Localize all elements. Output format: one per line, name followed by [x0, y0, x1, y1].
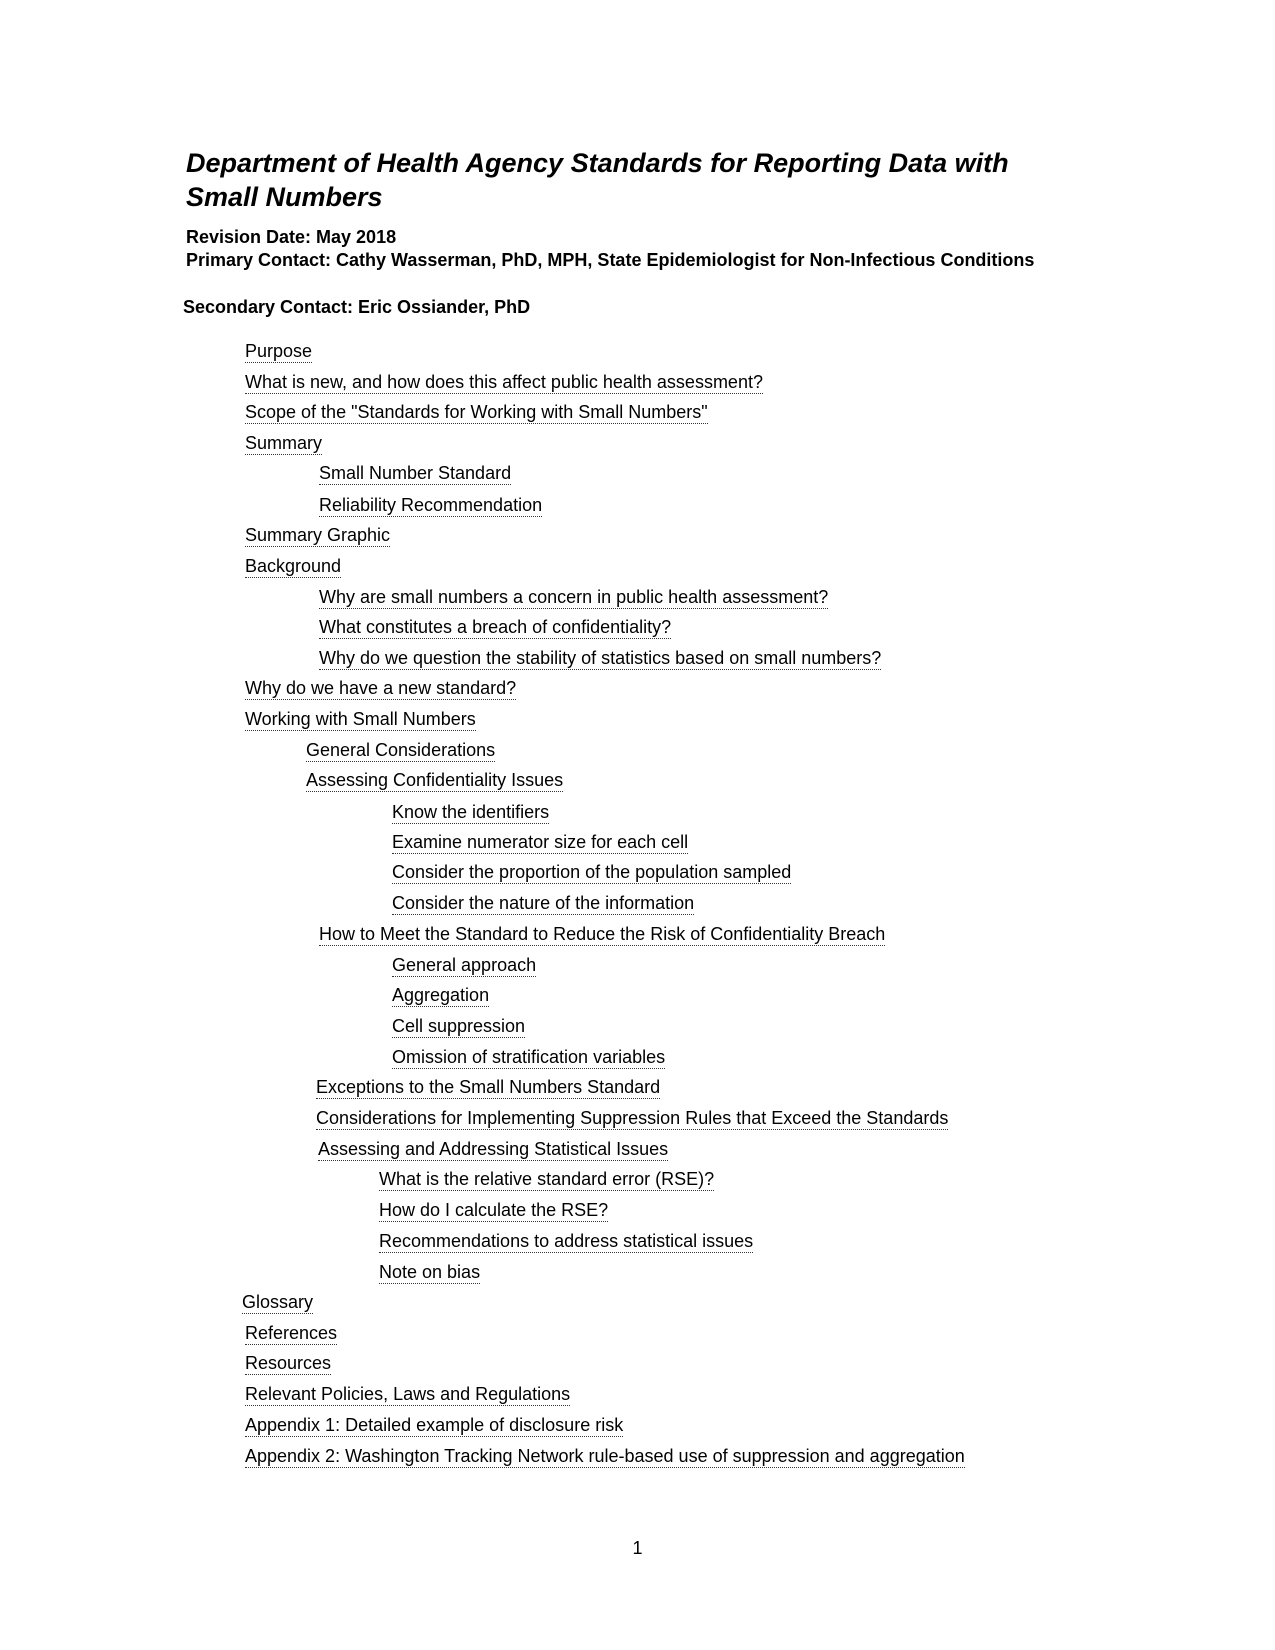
toc-link[interactable]: Why do we question the stability of stat…: [319, 647, 882, 670]
page-number: 1: [632, 1538, 643, 1558]
toc-link[interactable]: Relevant Policies, Laws and Regulations: [245, 1383, 571, 1406]
toc-link[interactable]: Aggregation: [392, 984, 490, 1007]
toc-link[interactable]: Appendix 2: Washington Tracking Network …: [245, 1445, 965, 1468]
toc-link[interactable]: General approach: [392, 954, 537, 977]
toc-link[interactable]: Considerations for Implementing Suppress…: [316, 1107, 949, 1130]
toc-link[interactable]: Summary Graphic: [245, 524, 391, 547]
toc-link[interactable]: What is new, and how does this affect pu…: [245, 371, 763, 394]
toc-link[interactable]: Why are small numbers a concern in publi…: [319, 586, 829, 609]
toc-link[interactable]: Note on bias: [379, 1261, 481, 1284]
toc-link[interactable]: Consider the proportion of the populatio…: [392, 861, 792, 884]
toc-link[interactable]: Background: [245, 555, 342, 578]
toc-link[interactable]: Assessing and Addressing Statistical Iss…: [318, 1138, 669, 1161]
toc-link[interactable]: What constitutes a breach of confidentia…: [319, 616, 672, 639]
toc-link[interactable]: Resources: [245, 1352, 332, 1375]
document-title: Department of Health Agency Standards fo…: [186, 148, 1009, 212]
toc-link[interactable]: Assessing Confidentiality Issues: [306, 769, 564, 792]
toc-link[interactable]: Consider the nature of the information: [392, 892, 695, 915]
toc-link[interactable]: Appendix 1: Detailed example of disclosu…: [245, 1414, 624, 1437]
toc-link[interactable]: Small Number Standard: [319, 462, 512, 485]
toc-link[interactable]: Omission of stratification variables: [392, 1046, 666, 1069]
toc-link[interactable]: Recommendations to address statistical i…: [379, 1230, 754, 1253]
secondary-contact: Secondary Contact: Eric Ossiander, PhD: [183, 297, 531, 317]
toc-link[interactable]: References: [245, 1322, 338, 1345]
toc-link[interactable]: Glossary: [242, 1291, 314, 1314]
toc-link[interactable]: Reliability Recommendation: [319, 494, 543, 517]
toc-link[interactable]: Scope of the "Standards for Working with…: [245, 401, 708, 424]
toc-link[interactable]: Know the identifiers: [392, 801, 550, 824]
toc-link[interactable]: Cell suppression: [392, 1015, 526, 1038]
toc-link[interactable]: Working with Small Numbers: [245, 708, 476, 731]
toc-link[interactable]: General Considerations: [306, 739, 496, 762]
toc-link[interactable]: Summary: [245, 432, 323, 455]
toc-link[interactable]: Exceptions to the Small Numbers Standard: [316, 1076, 661, 1099]
toc-link[interactable]: Examine numerator size for each cell: [392, 831, 689, 854]
toc-link[interactable]: Why do we have a new standard?: [245, 677, 517, 700]
toc-link[interactable]: How to Meet the Standard to Reduce the R…: [319, 923, 886, 946]
revision-date: Revision Date: May 2018: [186, 227, 397, 247]
toc-link[interactable]: What is the relative standard error (RSE…: [379, 1168, 715, 1191]
toc-link[interactable]: Purpose: [245, 340, 313, 363]
primary-contact: Primary Contact: Cathy Wasserman, PhD, M…: [186, 250, 1035, 270]
toc-link[interactable]: How do I calculate the RSE?: [379, 1199, 609, 1222]
